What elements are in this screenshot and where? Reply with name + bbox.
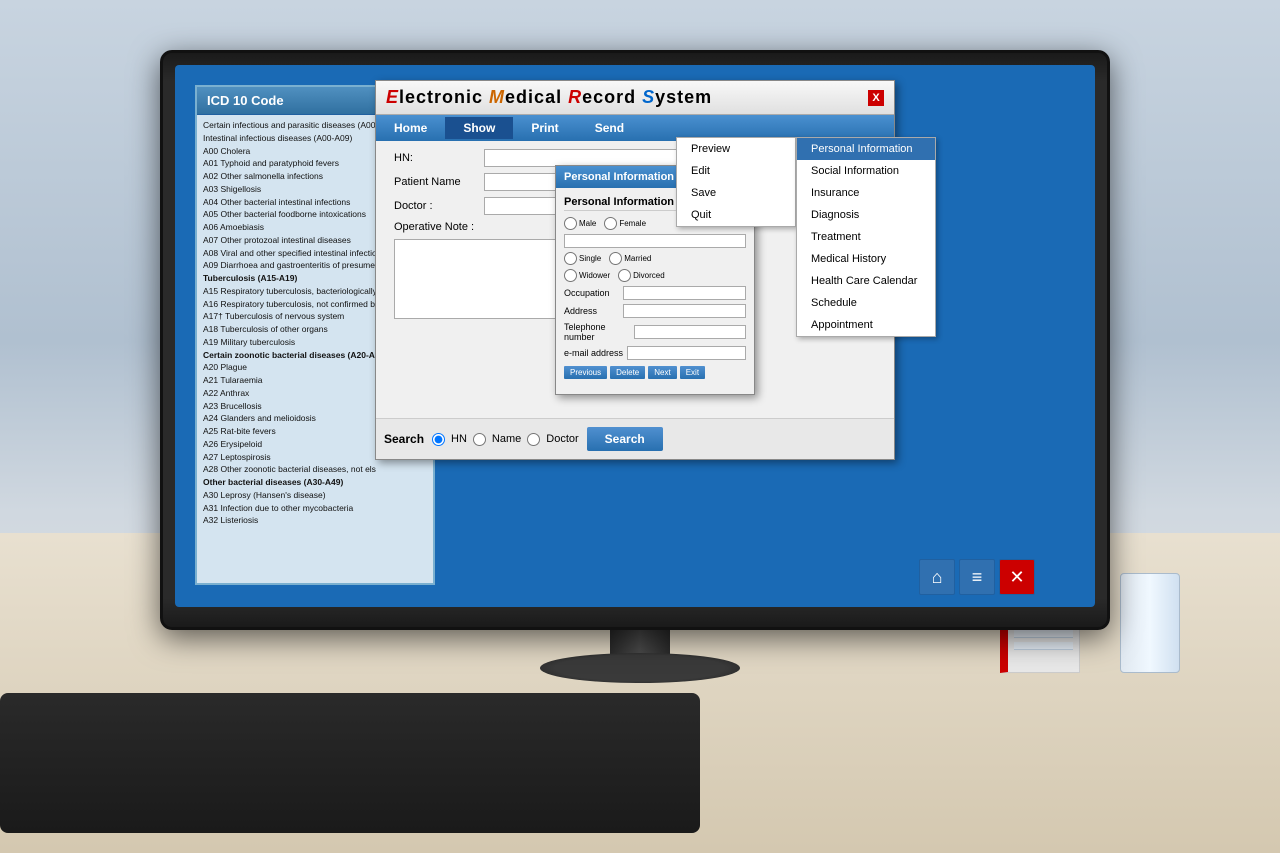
gender-female-item: Female [604, 217, 646, 230]
email-label: e-mail address [564, 348, 623, 358]
dropdown-save[interactable]: Save [677, 182, 795, 204]
action-buttons: Previous Delete Next Exit [564, 366, 746, 379]
title-m: M [489, 87, 505, 107]
status-married-radio[interactable] [609, 252, 622, 265]
address-row: Address [564, 304, 746, 318]
title-e: E [386, 87, 399, 107]
submenu-appointment[interactable]: Appointment [797, 314, 935, 336]
list-item: A30 Leprosy (Hansen's disease) [203, 489, 427, 502]
title-record: ecord [582, 87, 642, 107]
show-dropdown: Preview Edit Save Quit [676, 137, 796, 227]
monitor: ICD 10 Code Certain infectious and paras… [160, 50, 1110, 630]
app-title-bar: Electronic Medical Record System X [376, 81, 894, 115]
submenu-schedule[interactable]: Schedule [797, 292, 935, 314]
taskbar-notes-button[interactable]: ≡ [959, 559, 995, 595]
note-line [1014, 630, 1073, 638]
patient-name-label: Patient Name [394, 176, 484, 188]
email-row: e-mail address [564, 346, 746, 360]
status-single-item: Single [564, 252, 601, 265]
submenu-personal-information[interactable]: Personal Information [797, 138, 935, 160]
search-radio-group: HN Name Doctor [432, 433, 579, 446]
status-divorced-radio[interactable] [618, 269, 631, 282]
address-input[interactable] [623, 304, 746, 318]
search-bar: Search HN Name Doctor Search [376, 418, 894, 459]
dropdown-edit[interactable]: Edit [677, 160, 795, 182]
status-widower-label: Widower [579, 271, 610, 280]
gender-female-label: Female [619, 219, 646, 228]
dropdown-preview[interactable]: Preview [677, 138, 795, 160]
title-electronic: lectronic [399, 87, 489, 107]
search-hn-label: HN [451, 433, 467, 445]
menu-show[interactable]: Show [445, 117, 513, 139]
doctor-label: Doctor : [394, 200, 484, 212]
status-widower-item: Widower [564, 269, 610, 282]
hn-label: HN: [394, 152, 484, 164]
status-single-label: Single [579, 254, 601, 263]
search-name-label: Name [492, 433, 521, 445]
note-line [1014, 642, 1073, 650]
operative-note-label: Operative Note : [394, 221, 484, 233]
occupation-row: Occupation [564, 286, 746, 300]
search-doctor-label: Doctor [546, 433, 578, 445]
title-r: R [568, 87, 582, 107]
previous-button[interactable]: Previous [564, 366, 607, 379]
menu-home[interactable]: Home [376, 117, 445, 139]
gender-male-radio[interactable] [564, 217, 577, 230]
name-input[interactable] [564, 234, 746, 248]
monitor-screen: ICD 10 Code Certain infectious and paras… [175, 65, 1095, 607]
list-item: A32 Listeriosis [203, 514, 427, 527]
personal-submenu: Personal Information Social Information … [796, 137, 936, 337]
dropdown-quit[interactable]: Quit [677, 204, 795, 226]
gender-female-radio[interactable] [604, 217, 617, 230]
list-item: A31 Infection due to other mycobacteria [203, 502, 427, 515]
submenu-treatment[interactable]: Treatment [797, 226, 935, 248]
search-radio-hn[interactable] [432, 433, 445, 446]
status-divorced-item: Divorced [618, 269, 665, 282]
title-medical: edical [505, 87, 568, 107]
title-s: S [642, 87, 655, 107]
telephone-row: Telephone number [564, 322, 746, 342]
status-single-radio[interactable] [564, 252, 577, 265]
submenu-health-care-calendar[interactable]: Health Care Calendar [797, 270, 935, 292]
email-input[interactable] [627, 346, 746, 360]
submenu-social-information[interactable]: Social Information [797, 160, 935, 182]
taskbar-home-button[interactable]: ⌂ [919, 559, 955, 595]
personal-info-title: Personal Information [564, 171, 674, 183]
submenu-diagnosis[interactable]: Diagnosis [797, 204, 935, 226]
gender-male-label: Male [579, 219, 596, 228]
status-married-item: Married [609, 252, 651, 265]
marital-status-group: Single Married [564, 252, 746, 265]
occupation-input[interactable] [623, 286, 746, 300]
keyboard [0, 693, 700, 833]
taskbar-icons: ⌂ ≡ ✕ [919, 559, 1035, 595]
app-close-button[interactable]: X [868, 90, 884, 106]
taskbar-close-button[interactable]: ✕ [999, 559, 1035, 595]
status-married-label: Married [624, 254, 651, 263]
submenu-insurance[interactable]: Insurance [797, 182, 935, 204]
search-radio-name[interactable] [473, 433, 486, 446]
telephone-input[interactable] [634, 325, 746, 339]
submenu-medical-history[interactable]: Medical History [797, 248, 935, 270]
pencil-cup [1120, 573, 1180, 673]
search-radio-doctor[interactable] [527, 433, 540, 446]
delete-button[interactable]: Delete [610, 366, 645, 379]
menu-print[interactable]: Print [513, 117, 576, 139]
search-label: Search [384, 432, 424, 446]
monitor-stand-base [540, 653, 740, 683]
next-button[interactable]: Next [648, 366, 676, 379]
menu-send[interactable]: Send [577, 117, 642, 139]
search-button[interactable]: Search [587, 427, 663, 451]
gender-male-item: Male [564, 217, 596, 230]
app-title: Electronic Medical Record System [386, 87, 712, 108]
list-item: Other bacterial diseases (A30-A49) [203, 476, 427, 489]
telephone-label: Telephone number [564, 322, 630, 342]
exit-button[interactable]: Exit [680, 366, 705, 379]
list-item: A28 Other zoonotic bacterial diseases, n… [203, 463, 427, 476]
address-label: Address [564, 306, 619, 316]
status-divorced-label: Divorced [633, 271, 665, 280]
status-widower-radio[interactable] [564, 269, 577, 282]
marital-status-group2: Widower Divorced [564, 269, 746, 282]
title-system: ystem [655, 87, 712, 107]
occupation-label: Occupation [564, 288, 619, 298]
